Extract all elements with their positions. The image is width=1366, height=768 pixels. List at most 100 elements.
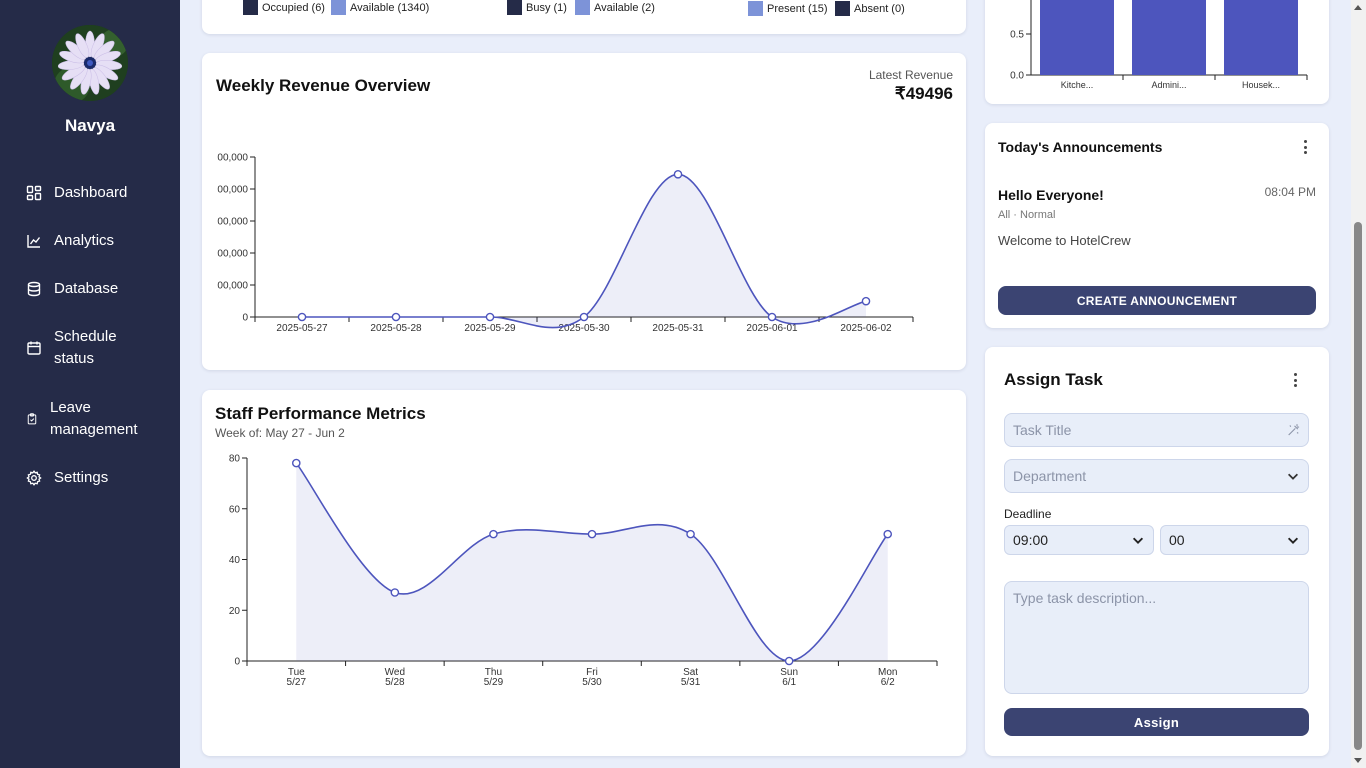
legend-absent-label: Absent (0) [854, 2, 905, 15]
y-tick-label: 00,000 [217, 249, 248, 260]
legend-occupied: Occupied (6) [243, 0, 325, 15]
nav-leave-management[interactable]: Leave management [26, 397, 138, 441]
legend-swatch-dark [243, 0, 258, 15]
status-summary-card: Occupied (6) Available (1340) Busy (1) A… [202, 0, 966, 34]
legend-available-rooms: Available (1340) [331, 0, 429, 15]
announcement-title: Hello Everyone! [998, 187, 1104, 203]
x-tick-sublabel: 5/31 [681, 677, 701, 688]
announcements-menu-icon[interactable] [1297, 139, 1313, 155]
y-tick-label: 0 [234, 657, 240, 668]
task-title-field[interactable] [1004, 413, 1309, 447]
legend-swatch-light [748, 1, 763, 16]
legend-available-staff: Available (2) [575, 0, 655, 15]
announcement-body: Welcome to HotelCrew [998, 233, 1131, 248]
nav-settings-label: Settings [54, 469, 109, 486]
performance-chart: 806040200Tue5/27Wed5/28Thu5/29Fri5/30Sat… [229, 454, 938, 688]
y-tick-label: 0.0 [1010, 71, 1024, 82]
nav-database-label: Database [54, 280, 119, 297]
database-icon [27, 281, 41, 297]
nav-dashboard[interactable]: Dashboard [26, 182, 127, 204]
nav-schedule-line1: Schedule [54, 328, 117, 345]
nav-schedule-status-label: Schedule status [54, 326, 117, 370]
bar [1224, 0, 1298, 75]
nav-leave-line1: Leave [50, 399, 91, 416]
legend-swatch-dark [835, 1, 850, 16]
y-tick-label: 00,000 [217, 185, 248, 196]
x-tick-sublabel: 6/2 [881, 677, 895, 688]
bar [1132, 0, 1206, 75]
assign-task-title: Assign Task [1004, 370, 1103, 389]
create-announcement-button[interactable]: CREATE ANNOUNCEMENT [998, 286, 1316, 315]
assign-button[interactable]: Assign [1004, 708, 1309, 736]
legend-available-staff-label: Available (2) [594, 1, 655, 14]
page-scrollbar[interactable] [1351, 0, 1366, 768]
dashboard-icon [26, 185, 42, 201]
data-point [391, 312, 401, 322]
magic-wand-icon[interactable] [1287, 423, 1300, 437]
task-description-textarea[interactable] [1004, 581, 1309, 694]
y-tick-label: 40 [229, 555, 241, 566]
y-tick-label: 00,000 [217, 281, 248, 292]
nav-dashboard-label: Dashboard [54, 184, 128, 201]
flower-avatar-image [52, 25, 128, 101]
department-bar-chart: 0.5 0.0 Kitche... Admini... Housek... [1010, 0, 1308, 90]
department-select[interactable]: Department [1004, 459, 1309, 493]
x-tick-sublabel: 6/1 [782, 677, 796, 688]
assign-task-menu-icon[interactable] [1287, 372, 1303, 388]
x-tick-label: 2025-05-28 [370, 323, 422, 334]
y-tick-label: 80 [229, 454, 241, 465]
y-tick-label: 60 [229, 504, 241, 515]
legend-available-rooms-label: Available (1340) [350, 1, 430, 14]
data-point [297, 312, 307, 322]
task-title-input[interactable] [1013, 422, 1287, 438]
scroll-down-arrow-icon[interactable] [1354, 758, 1362, 763]
performance-card: Staff Performance Metrics Week of: May 2… [202, 390, 966, 756]
legend-absent: Absent (0) [835, 1, 905, 16]
legend-swatch-dark [507, 0, 522, 15]
calendar-icon [27, 341, 41, 355]
data-point [291, 458, 301, 468]
scroll-up-arrow-icon[interactable] [1354, 5, 1362, 10]
deadline-hour-value: 09:00 [1013, 532, 1049, 548]
x-tick-label: Housek... [1242, 80, 1280, 90]
x-tick-sublabel: 5/27 [287, 677, 307, 688]
announcements-card: Today's Announcements Hello Everyone! 08… [985, 123, 1329, 328]
data-point [489, 529, 498, 539]
x-tick-sublabel: 5/29 [484, 677, 504, 688]
deadline-hour-select[interactable]: 09:00 [1004, 525, 1154, 555]
data-point [579, 312, 589, 322]
avatar[interactable] [52, 25, 128, 101]
nav-analytics[interactable]: Analytics [26, 230, 114, 252]
nav-settings[interactable]: Settings [26, 467, 108, 489]
data-point [673, 169, 683, 179]
deadline-minute-value: 00 [1169, 532, 1185, 548]
scrollbar-thumb[interactable] [1354, 222, 1362, 750]
legend-swatch-light [331, 0, 346, 15]
department-select-value: Department [1013, 468, 1087, 484]
data-point [861, 296, 871, 306]
nav-schedule-status[interactable]: Schedule status [26, 326, 117, 370]
nav-schedule-line2: status [54, 350, 95, 367]
x-tick-label: Kitche... [1061, 80, 1094, 90]
y-tick-label: 00,000 [217, 153, 248, 164]
user-name: Navya [64, 116, 116, 135]
x-tick-label: 2025-05-29 [464, 323, 516, 334]
data-point [390, 588, 400, 597]
revenue-chart: 0 00,000 00,000 00,000 00,000 00,000 2025-05-2… [217, 153, 914, 334]
y-tick-label: 20 [229, 606, 241, 617]
deadline-label: Deadline [1004, 507, 1052, 521]
nav-analytics-label: Analytics [54, 232, 115, 249]
nav-database[interactable]: Database [26, 278, 118, 300]
bar [1040, 0, 1114, 75]
legend-present: Present (15) [748, 1, 828, 16]
deadline-minute-select[interactable]: 00 [1160, 525, 1309, 555]
clipboard-icon [27, 413, 37, 425]
data-point [587, 529, 597, 539]
announcement-meta: All · Normal [998, 209, 1056, 221]
chevron-down-icon [1288, 473, 1298, 480]
nav-leave-line2: management [50, 421, 138, 438]
legend-occupied-label: Occupied (6) [262, 1, 325, 14]
series-line [302, 173, 867, 329]
chevron-down-icon [1287, 537, 1299, 544]
x-tick-label: 2025-06-02 [840, 323, 892, 334]
